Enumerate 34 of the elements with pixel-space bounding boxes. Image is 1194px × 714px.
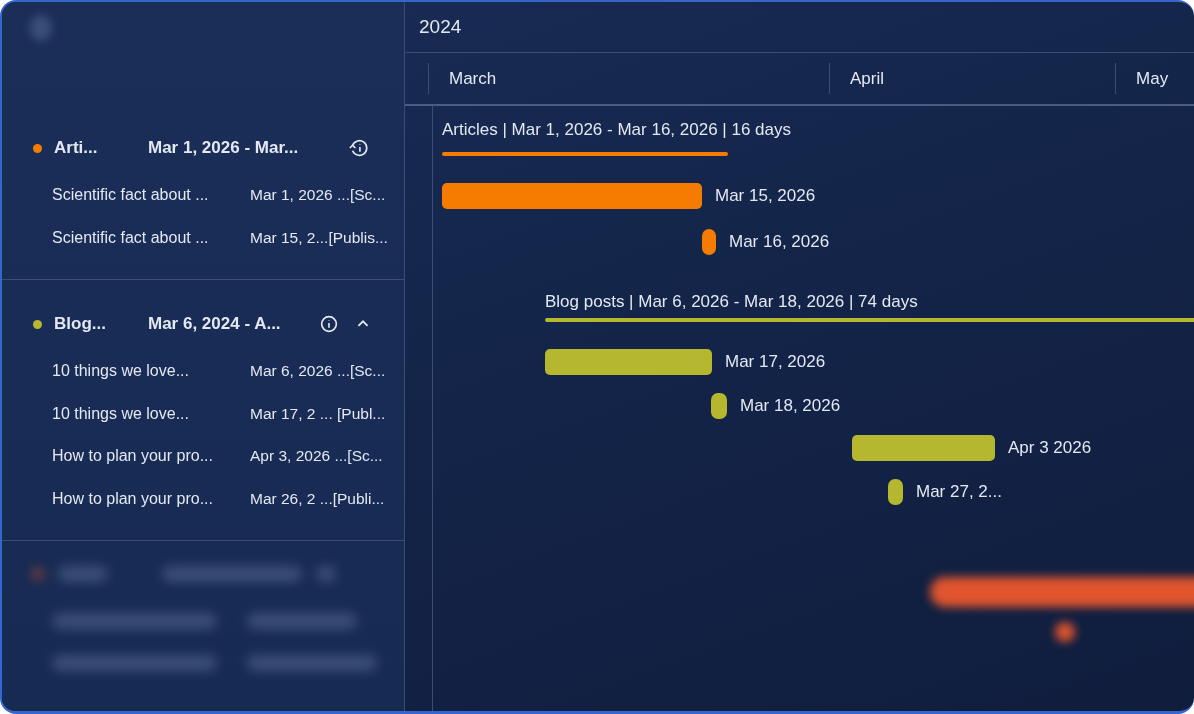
month-label: April bbox=[828, 63, 1116, 94]
milestone-marker[interactable] bbox=[888, 479, 903, 505]
task-title: 10 things we love... bbox=[52, 404, 190, 423]
group-summary: Blog posts | Mar 6, 2026 - Mar 18, 2026 | 74 days bbox=[545, 292, 918, 312]
task-dates: Apr 3, 2026 ...[Sc... bbox=[250, 447, 383, 466]
task-dates: Mar 15, 2...[Publis... bbox=[250, 228, 388, 247]
task-title: How to plan your pro... bbox=[52, 447, 214, 466]
group-dates: Mar 1, 2026 - Mar... bbox=[148, 138, 300, 158]
bar-label: Mar 15, 2026 bbox=[715, 185, 816, 207]
task-dates: Mar 6, 2026 ...[Sc... bbox=[250, 362, 386, 381]
year-label: 2024 bbox=[405, 2, 1194, 53]
task-dates: Mar 17, 2 ... [Publ... bbox=[250, 404, 386, 423]
history-icon[interactable] bbox=[348, 137, 370, 159]
bar-label: Mar 17, 2026 bbox=[725, 351, 826, 373]
task-dates: Mar 26, 2 ...[Publi... bbox=[250, 489, 385, 508]
task-title: Scientific fact about ... bbox=[52, 186, 210, 205]
info-icon[interactable] bbox=[318, 313, 340, 335]
task-title: 10 things we love... bbox=[52, 362, 190, 381]
bar-label: Mar 27, 2... bbox=[916, 481, 1002, 503]
task-title: How to plan your pro... bbox=[52, 489, 214, 508]
task-title: Scientific fact about ... bbox=[52, 228, 210, 247]
group-name: Blog... bbox=[54, 314, 107, 334]
bar-label: Mar 16, 2026 bbox=[729, 231, 830, 253]
bar-label: Mar 18, 2026 bbox=[740, 395, 841, 417]
milestone-marker[interactable] bbox=[702, 229, 716, 255]
group-summary: Articles | Mar 1, 2026 - Mar 16, 2026 | 16 days bbox=[442, 120, 791, 140]
bar-label: Apr 3 2026 bbox=[1008, 437, 1092, 459]
month-label: March bbox=[428, 63, 829, 94]
group-name: Arti... bbox=[54, 138, 99, 158]
task-dates: Mar 1, 2026 ...[Sc... bbox=[250, 186, 386, 205]
milestone-marker[interactable] bbox=[711, 393, 727, 419]
month-label: May bbox=[1115, 63, 1194, 94]
blurred-milestone bbox=[1055, 622, 1075, 642]
group-dates: Mar 6, 2024 - A... bbox=[148, 314, 282, 334]
